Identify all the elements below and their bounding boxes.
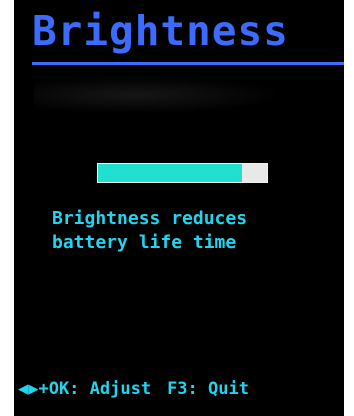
brightness-level-fill	[98, 164, 242, 182]
quit-hint: F3: Quit	[167, 379, 249, 399]
warning-line-1: Brightness reduces	[52, 208, 248, 229]
key-hints: ◀▶+OK: Adjust F3: Quit	[18, 378, 249, 400]
brightness-slider[interactable]	[97, 163, 268, 183]
warning-line-2: battery life time	[52, 232, 237, 253]
device-screen: Brightness Brightness reduces battery li…	[14, 0, 344, 416]
brightness-warning: Brightness reduces battery life time	[52, 207, 247, 255]
page-title: Brightness	[32, 7, 289, 55]
title-divider	[32, 62, 344, 65]
screen-ghosting	[34, 76, 284, 114]
adjust-hint: ◀▶+OK: Adjust	[18, 379, 152, 399]
